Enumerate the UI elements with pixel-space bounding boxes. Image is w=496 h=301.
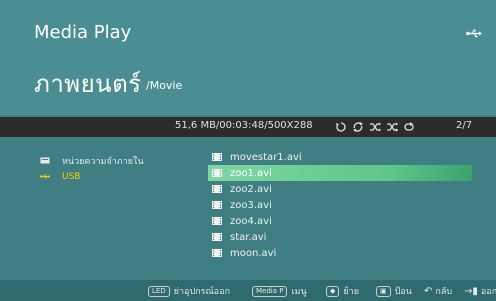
usb-icon xyxy=(40,173,50,180)
repeat-cycle-icon[interactable] xyxy=(403,121,415,133)
file-item[interactable]: star.avi xyxy=(208,229,472,245)
help-exit[interactable]: →▮ ออก xyxy=(464,284,496,298)
shuffle-icon[interactable] xyxy=(369,121,381,133)
file-item[interactable]: moon.avi xyxy=(208,245,472,261)
header: Media Play ภาพยนตร์ /Movie xyxy=(0,0,496,115)
help-safe-remove[interactable]: LED ย่าอุปกรณ์ออก xyxy=(148,284,230,298)
shuffle-repeat-icon[interactable] xyxy=(386,121,398,133)
help-bar: LED ย่าอุปกรณ์ออก Media P เมนู ◆ ย้าย ▣ … xyxy=(0,280,496,301)
video-file-icon xyxy=(212,185,222,193)
current-path: /Movie xyxy=(146,79,183,92)
help-menu[interactable]: Media P เมนู xyxy=(252,284,307,298)
file-item[interactable]: movestar1.avi xyxy=(208,149,472,165)
file-item[interactable]: zoo4.avi xyxy=(208,213,472,229)
file-item[interactable]: zoo2.avi xyxy=(208,181,472,197)
file-name: zoo3.avi xyxy=(230,199,272,211)
help-label: ย่าอุปกรณ์ออก xyxy=(173,287,231,297)
file-name: zoo2.avi xyxy=(230,183,272,195)
file-info: 51,6 MB/00:03:48/500X288 xyxy=(175,120,313,131)
help-label: เมนู xyxy=(291,287,307,297)
file-name: zoo4.avi xyxy=(230,215,272,227)
info-bar: 51,6 MB/00:03:48/500X288 2/7 xyxy=(0,117,496,137)
help-label: ออก xyxy=(480,287,496,297)
media-p-key-icon: Media P xyxy=(252,285,288,297)
video-file-icon xyxy=(212,233,222,241)
enter-key-icon: ▣ xyxy=(376,285,391,297)
source-list: หน่วยความจำภายใน USB xyxy=(40,154,144,186)
led-key-icon: LED xyxy=(148,285,170,297)
repeat-all-icon[interactable] xyxy=(352,121,364,133)
video-file-icon xyxy=(212,169,222,177)
file-name: moon.avi xyxy=(230,247,277,259)
file-name: movestar1.avi xyxy=(230,151,302,163)
usb-icon xyxy=(466,29,482,38)
storage-icon xyxy=(40,157,50,164)
category-title: ภาพยนตร์ xyxy=(34,70,142,98)
help-move[interactable]: ◆ ย้าย xyxy=(326,284,359,298)
video-file-icon xyxy=(212,153,222,161)
navigate-key-icon: ◆ xyxy=(326,285,340,297)
video-file-icon xyxy=(212,249,222,257)
source-label: หน่วยความจำภายใน xyxy=(62,156,144,167)
help-label: ป้อน xyxy=(394,287,412,297)
exit-icon: →▮ xyxy=(464,285,478,297)
source-usb[interactable]: USB xyxy=(40,170,144,183)
file-counter: 2/7 xyxy=(456,120,473,131)
return-icon: ↶ xyxy=(424,285,433,297)
file-item[interactable]: zoo3.avi xyxy=(208,197,472,213)
file-list: movestar1.avi zoo1.avi zoo2.avi zoo3.avi… xyxy=(208,149,472,261)
play-mode-icons xyxy=(335,118,415,136)
file-name: zoo1.avi xyxy=(230,167,272,179)
help-label: กลับ xyxy=(435,287,453,297)
video-file-icon xyxy=(212,217,222,225)
help-back[interactable]: ↶ กลับ xyxy=(424,284,452,298)
help-enter[interactable]: ▣ ป้อน xyxy=(376,284,412,298)
media-play-screen: Media Play ภาพยนตร์ /Movie 51,6 MB/00:03… xyxy=(0,0,496,301)
file-name: star.avi xyxy=(230,231,267,243)
video-file-icon xyxy=(212,201,222,209)
repeat-one-icon[interactable] xyxy=(335,121,347,133)
app-title: Media Play xyxy=(34,22,132,43)
help-label: ย้าย xyxy=(343,287,359,297)
source-label: USB xyxy=(62,171,81,182)
file-item-selected[interactable]: zoo1.avi xyxy=(208,165,472,181)
source-internal-memory[interactable]: หน่วยความจำภายใน xyxy=(40,154,144,167)
